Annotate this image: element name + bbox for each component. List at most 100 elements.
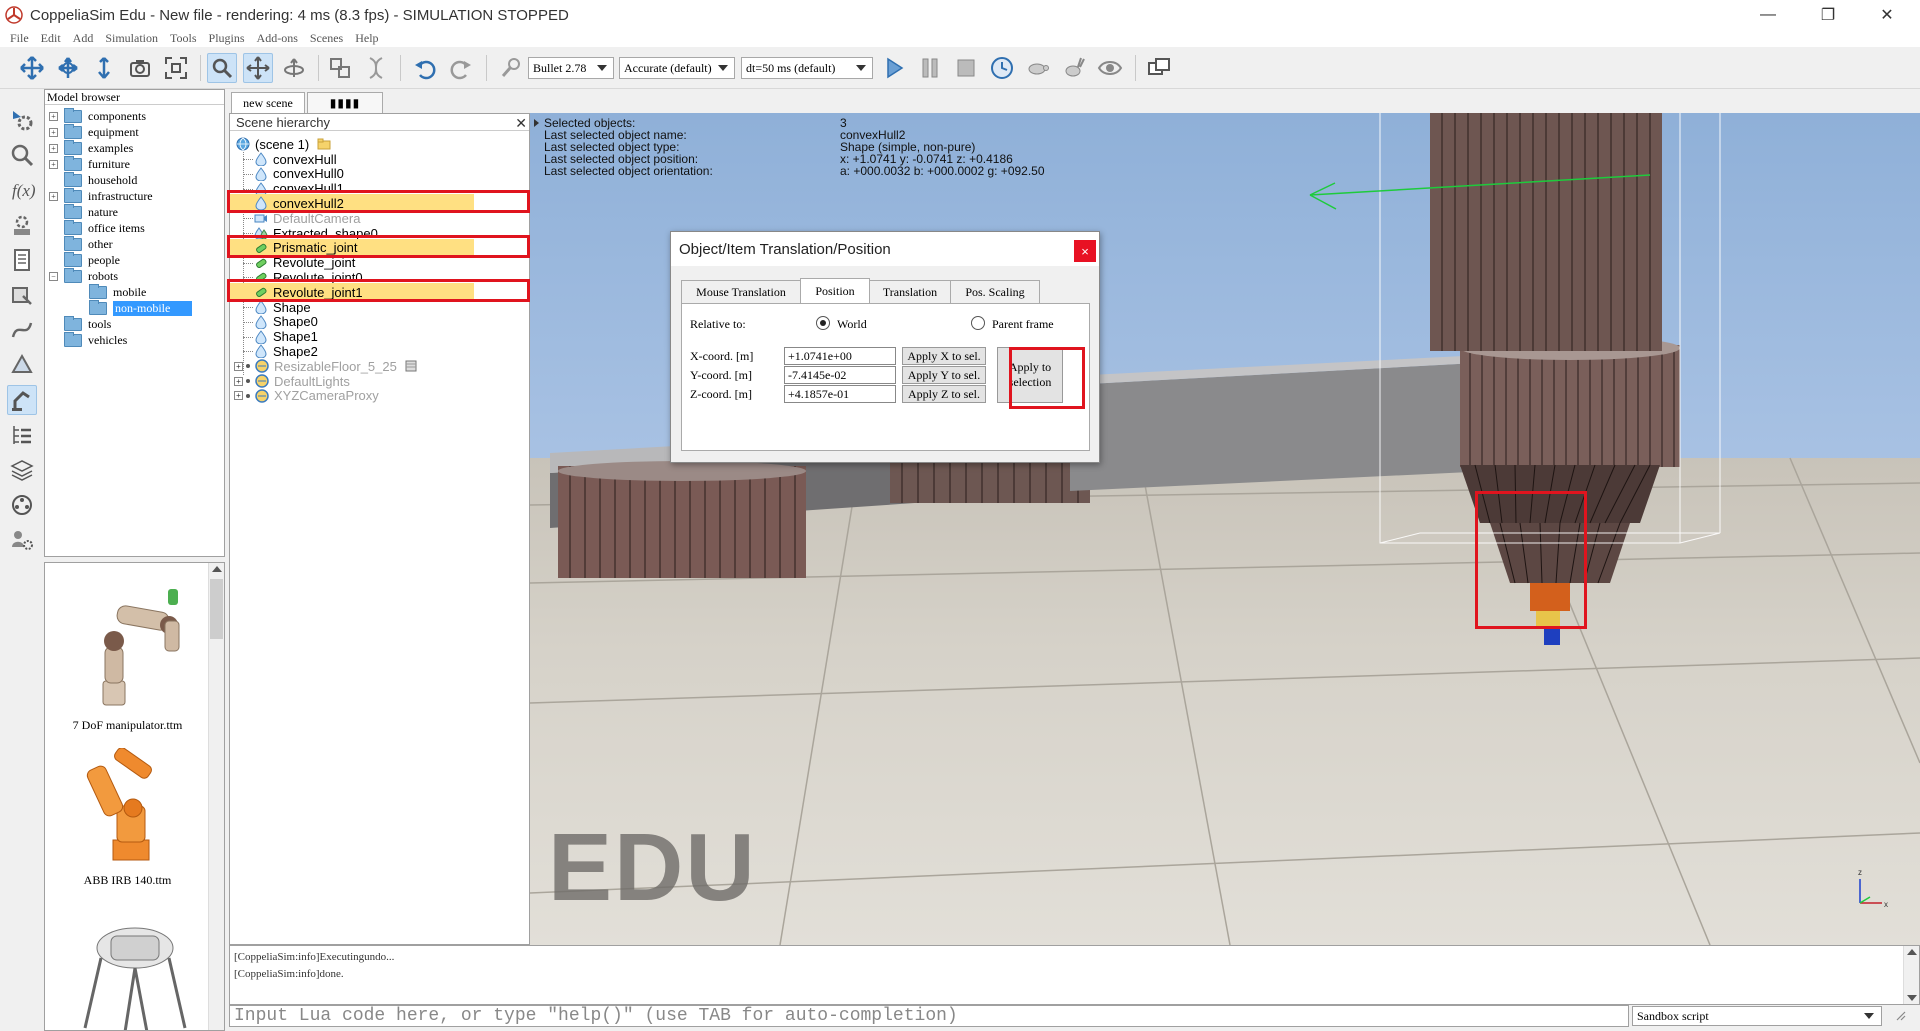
abb-irb140-thumbnail[interactable] (65, 748, 195, 868)
object-rotate-button[interactable] (279, 53, 309, 83)
fit-to-view-button[interactable] (161, 53, 191, 83)
object-select-button[interactable] (207, 53, 237, 83)
expand-icon[interactable]: + (49, 191, 58, 201)
expand-icon[interactable]: + (49, 143, 58, 153)
selection-button[interactable] (7, 350, 37, 380)
model-folder-office-items[interactable]: office items (49, 219, 145, 236)
model-folder-mobile[interactable]: mobile (89, 283, 146, 300)
expand-icon[interactable]: + (49, 159, 58, 169)
expand-icon[interactable] (49, 240, 58, 249)
expand-icon[interactable] (49, 208, 58, 217)
model-folder-infrastructure[interactable]: + infrastructure (49, 187, 153, 204)
speed-up-button[interactable] (1059, 53, 1089, 83)
info-expand-icon[interactable] (534, 119, 539, 127)
slow-down-button[interactable] (1023, 53, 1053, 83)
model-folder-furniture[interactable]: + furniture (49, 155, 130, 172)
lua-command-input[interactable]: Input Lua code here, or type "help()" (u… (229, 1005, 1629, 1027)
apply-y-button[interactable]: Apply Y to sel. (902, 366, 986, 384)
camera-pan-button[interactable] (17, 53, 47, 83)
expand-icon[interactable] (49, 224, 58, 233)
undo-button[interactable] (410, 53, 440, 83)
camera-shift-button[interactable] (89, 53, 119, 83)
expand-icon[interactable] (49, 320, 58, 329)
x-coord-input[interactable]: +1.0741e+00 (784, 347, 896, 365)
expand-icon[interactable]: + (49, 111, 58, 121)
world-radio[interactable] (816, 316, 830, 330)
stop-simulation-button[interactable] (951, 53, 981, 83)
tab-other-scene[interactable]: ▮▮▮▮ (307, 92, 383, 113)
camera-angle-button[interactable] (125, 53, 155, 83)
model-folder-equipment[interactable]: + equipment (49, 123, 139, 140)
timestep-select[interactable]: dt=50 ms (default) (741, 57, 873, 79)
menu-add[interactable]: Add (67, 31, 100, 46)
dialog-close-button[interactable]: × (1074, 240, 1096, 262)
console-scrollbar[interactable] (1903, 946, 1919, 1004)
collections-button[interactable] (7, 210, 37, 240)
assembly-button[interactable] (325, 53, 355, 83)
model-folder-tools[interactable]: tools (49, 315, 111, 332)
redo-button[interactable] (446, 53, 476, 83)
expand-icon[interactable] (49, 176, 58, 185)
y-coord-input[interactable]: -7.4145e-02 (784, 366, 896, 384)
realtime-button[interactable] (987, 53, 1017, 83)
menu-file[interactable]: File (0, 31, 35, 46)
apply-to-selection-button[interactable]: Apply to selection (997, 347, 1063, 403)
7dof-manipulator-thumbnail[interactable] (65, 581, 195, 711)
model-folder-robots[interactable]: − robots (49, 267, 118, 284)
close-hierarchy-icon[interactable]: ✕ (515, 115, 527, 132)
pause-simulation-button[interactable] (915, 53, 945, 83)
scripts-button[interactable] (7, 245, 37, 275)
model-folder-other[interactable]: other (49, 235, 113, 252)
script-selector[interactable]: Sandbox script (1632, 1006, 1882, 1026)
apply-z-button[interactable]: Apply Z to sel. (902, 385, 986, 403)
restore-button[interactable]: ❐ (1805, 0, 1851, 30)
menu-tools[interactable]: Tools (164, 31, 203, 46)
model-folder-non-mobile[interactable]: non-mobile (89, 299, 193, 316)
menu-addons[interactable]: Add-ons (251, 31, 304, 46)
expand-icon[interactable]: + (234, 361, 243, 371)
expand-icon[interactable]: + (234, 376, 243, 386)
model-browser-toggle-button[interactable] (7, 385, 37, 415)
menu-edit[interactable]: Edit (35, 31, 67, 46)
simulation-settings-button[interactable] (7, 105, 37, 135)
calculation-modules-button[interactable] (7, 140, 37, 170)
layers-button[interactable] (7, 455, 37, 485)
model-folder-components[interactable]: + components (49, 107, 146, 124)
tab-mouse-translation[interactable]: Mouse Translation (681, 280, 801, 303)
path-edit-button[interactable] (7, 315, 37, 345)
tab-position[interactable]: Position (800, 278, 870, 304)
menu-help[interactable]: Help (349, 31, 384, 46)
scene-hierarchy-toggle-button[interactable] (7, 420, 37, 450)
object-translate-button[interactable] (243, 53, 273, 83)
tab-new-scene[interactable]: new scene (231, 92, 305, 113)
model-folder-people[interactable]: people (49, 251, 120, 268)
expand-icon[interactable] (49, 336, 58, 345)
page-selector-button[interactable] (1144, 53, 1174, 83)
menu-scenes[interactable]: Scenes (304, 31, 349, 46)
thumbnails-scroll-thumb[interactable] (210, 579, 223, 639)
expand-icon[interactable]: + (234, 391, 243, 401)
model-folder-vehicles[interactable]: vehicles (49, 331, 127, 348)
minimize-button[interactable]: — (1745, 0, 1791, 30)
z-coord-input[interactable]: +4.1857e-01 (784, 385, 896, 403)
menu-plugins[interactable]: Plugins (203, 31, 251, 46)
start-simulation-button[interactable] (879, 53, 909, 83)
hierarchy-item-xyzcameraproxy[interactable]: + XYZCameraProxy (234, 387, 379, 405)
model-folder-examples[interactable]: + examples (49, 139, 133, 156)
parent-frame-radio[interactable] (971, 316, 985, 330)
menu-simulation[interactable]: Simulation (99, 31, 164, 46)
tab-pos-scaling[interactable]: Pos. Scaling (950, 280, 1040, 303)
resize-grip-icon[interactable] (1895, 1010, 1907, 1022)
close-window-button[interactable]: ✕ (1864, 0, 1910, 30)
accuracy-select[interactable]: Accurate (default) (619, 57, 735, 79)
expand-icon[interactable]: + (49, 127, 58, 137)
physics-engine-select[interactable]: Bullet 2.78 (528, 57, 614, 79)
collapse-icon[interactable]: − (49, 271, 58, 281)
model-folder-nature[interactable]: nature (49, 203, 118, 220)
physics-engine-icon-button[interactable] (496, 53, 526, 83)
function-button[interactable]: f(x) (7, 175, 37, 205)
visualization-toggle-button[interactable] (1095, 53, 1125, 83)
thumbnails-scrollbar[interactable] (208, 563, 224, 1030)
delta-robot-thumbnail[interactable] (75, 918, 195, 1031)
shape-edit-button[interactable] (7, 280, 37, 310)
